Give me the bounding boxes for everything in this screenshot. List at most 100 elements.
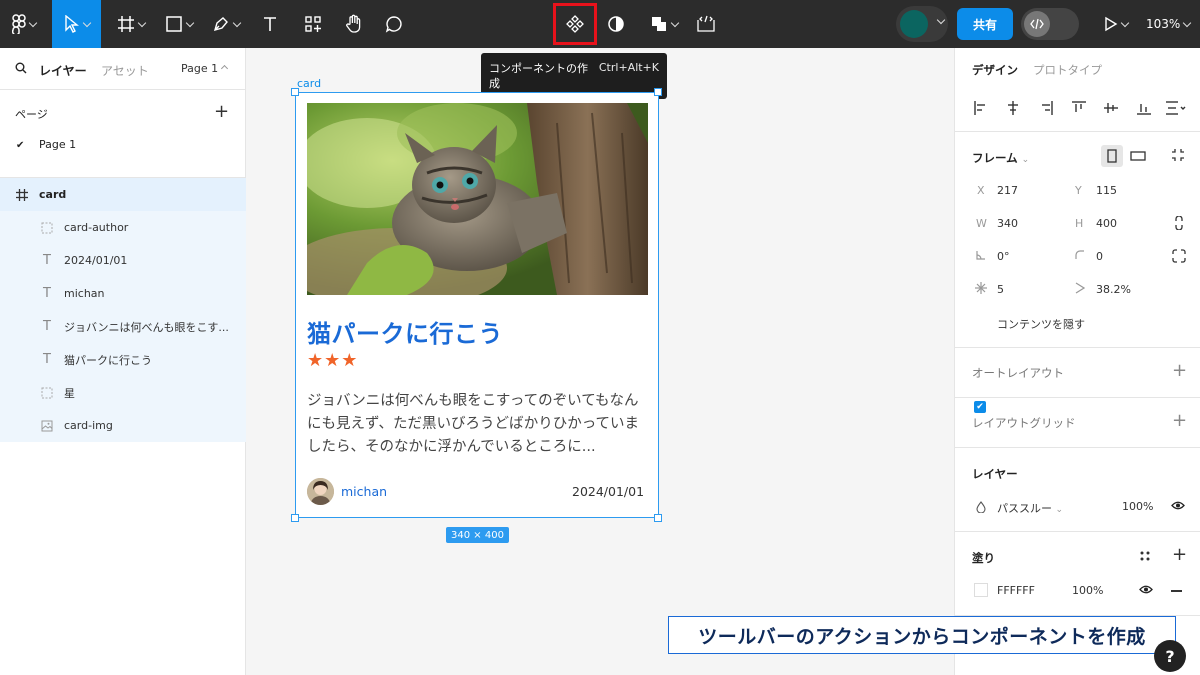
blend-mode-select[interactable]: パススルー ⌄	[997, 500, 1063, 516]
chevron-down-icon	[1183, 18, 1192, 28]
add-fill-button[interactable]: +	[1172, 546, 1187, 564]
radius-input[interactable]: 0	[1096, 250, 1103, 263]
card-date[interactable]: 2024/01/01	[572, 484, 644, 499]
independent-corners-icon[interactable]	[1172, 249, 1186, 263]
tab-prototype[interactable]: プロトタイプ	[1033, 62, 1102, 78]
card-title[interactable]: 猫パークに行こう	[307, 314, 503, 349]
zoom-menu[interactable]: 103%	[1146, 0, 1192, 48]
card-image[interactable]	[307, 103, 648, 295]
card-description[interactable]: ジョバンニは何べんも眼をこすってのぞいてもなんにも見えず、ただ黒いびろうどばかり…	[307, 390, 649, 459]
resize-handle[interactable]	[654, 514, 662, 522]
chevron-up-icon	[221, 64, 229, 73]
eye-icon[interactable]	[1139, 584, 1153, 595]
tab-assets[interactable]: アセット	[101, 62, 149, 79]
layer-name: ジョバンニは何べんも眼をこす...	[64, 320, 229, 334]
code-icon	[1024, 11, 1050, 37]
layer-date[interactable]: T 2024/01/01	[0, 244, 246, 277]
layer-card-img[interactable]: card-img	[0, 409, 246, 442]
present-button[interactable]	[1098, 0, 1134, 48]
fill-opacity-input[interactable]: 100%	[1072, 584, 1103, 597]
resize-handle[interactable]	[291, 88, 299, 96]
distribute-icon[interactable]	[1165, 100, 1187, 116]
align-bottom-icon[interactable]	[1136, 100, 1152, 116]
x-input[interactable]: 217	[997, 184, 1018, 197]
layer-stars[interactable]: 星	[0, 376, 246, 409]
auto-layout-label: オートレイアウト	[972, 366, 1064, 380]
layer-opacity-input[interactable]: 100%	[1122, 500, 1153, 513]
x-label: X	[977, 184, 985, 197]
figma-logo-icon	[12, 14, 26, 34]
point-count-input[interactable]: 5	[997, 283, 1004, 296]
size-badge: 340 × 400	[446, 527, 509, 543]
pages-section: ページ + ✔ Page 1	[0, 90, 246, 178]
frame-tool-button[interactable]	[110, 0, 152, 48]
shape-tool-button[interactable]	[158, 0, 200, 48]
resize-handle[interactable]	[654, 88, 662, 96]
rotation-input[interactable]: 0°	[997, 250, 1010, 263]
hand-icon	[345, 14, 363, 34]
mask-button[interactable]	[600, 0, 632, 48]
fill-section-title: 塗り	[972, 551, 995, 565]
frame-label[interactable]: card	[297, 77, 321, 90]
blend-mode-value: パススルー	[997, 502, 1052, 515]
text-tool-button[interactable]	[254, 0, 286, 48]
author-avatar[interactable]	[307, 478, 334, 505]
frame-type-label[interactable]: フレーム ⌄	[972, 150, 1029, 166]
resources-button[interactable]	[297, 0, 329, 48]
boolean-icon	[650, 15, 668, 33]
fill-hex-input[interactable]: FFFFFF	[997, 584, 1035, 597]
comment-tool-button[interactable]	[378, 0, 410, 48]
tab-design[interactable]: デザイン	[972, 62, 1018, 78]
layer-card[interactable]: card	[0, 178, 246, 211]
styles-icon[interactable]	[1139, 550, 1151, 562]
add-layout-grid-button[interactable]: +	[1172, 412, 1187, 430]
star-count-icon	[975, 282, 987, 294]
chevron-down-icon	[82, 18, 91, 28]
resize-to-fit-icon[interactable]	[1171, 148, 1185, 162]
help-button[interactable]: ?	[1154, 640, 1186, 672]
page-item[interactable]: Page 1	[39, 138, 76, 151]
fill-color-swatch[interactable]	[974, 583, 988, 597]
move-tool-button[interactable]	[52, 0, 101, 48]
tab-layers[interactable]: レイヤー	[39, 62, 87, 79]
h-input[interactable]: 400	[1096, 217, 1117, 230]
avatar[interactable]	[900, 10, 928, 38]
hand-tool-button[interactable]	[338, 0, 370, 48]
add-page-button[interactable]: +	[214, 103, 229, 121]
boolean-button[interactable]	[642, 0, 686, 48]
chevron-down-icon	[1120, 18, 1130, 28]
rating-stars[interactable]: ★★★	[307, 350, 358, 371]
layer-author-name[interactable]: T michan	[0, 277, 246, 310]
toolbar: 共有 103%	[0, 0, 1200, 48]
text-icon: T	[43, 286, 51, 301]
page-selector[interactable]: Page 1	[181, 62, 229, 75]
rectangle-icon	[165, 15, 183, 33]
landscape-icon[interactable]	[1130, 150, 1146, 162]
w-input[interactable]: 340	[997, 217, 1018, 230]
portrait-button[interactable]	[1101, 145, 1123, 167]
card-author[interactable]: michan	[341, 484, 387, 499]
layer-card-author[interactable]: card-author	[0, 211, 246, 244]
eye-icon[interactable]	[1171, 500, 1185, 511]
resize-handle[interactable]	[291, 514, 299, 522]
align-center-h-icon[interactable]	[1005, 100, 1021, 116]
constrain-proportions-icon[interactable]	[1174, 216, 1184, 230]
layer-description[interactable]: T ジョバンニは何べんも眼をこす...	[0, 310, 246, 343]
comment-icon	[385, 15, 403, 33]
align-top-icon[interactable]	[1071, 100, 1087, 116]
pen-tool-button[interactable]	[205, 0, 247, 48]
remove-fill-button[interactable]	[1171, 590, 1182, 592]
ratio-input[interactable]: 38.2%	[1096, 283, 1131, 296]
layer-title[interactable]: T 猫パークに行こう	[0, 343, 246, 376]
align-right-icon[interactable]	[1038, 100, 1054, 116]
main-menu-button[interactable]	[0, 0, 48, 48]
y-input[interactable]: 115	[1096, 184, 1117, 197]
add-auto-layout-button[interactable]: +	[1172, 362, 1187, 380]
align-left-icon[interactable]	[973, 100, 989, 116]
align-center-v-icon[interactable]	[1103, 100, 1119, 116]
pages-header: ページ	[15, 108, 48, 121]
share-button[interactable]: 共有	[957, 8, 1013, 40]
search-icon[interactable]	[15, 62, 27, 77]
dev-mode-toggle[interactable]	[1021, 8, 1079, 40]
dev-code-button[interactable]	[690, 0, 722, 48]
